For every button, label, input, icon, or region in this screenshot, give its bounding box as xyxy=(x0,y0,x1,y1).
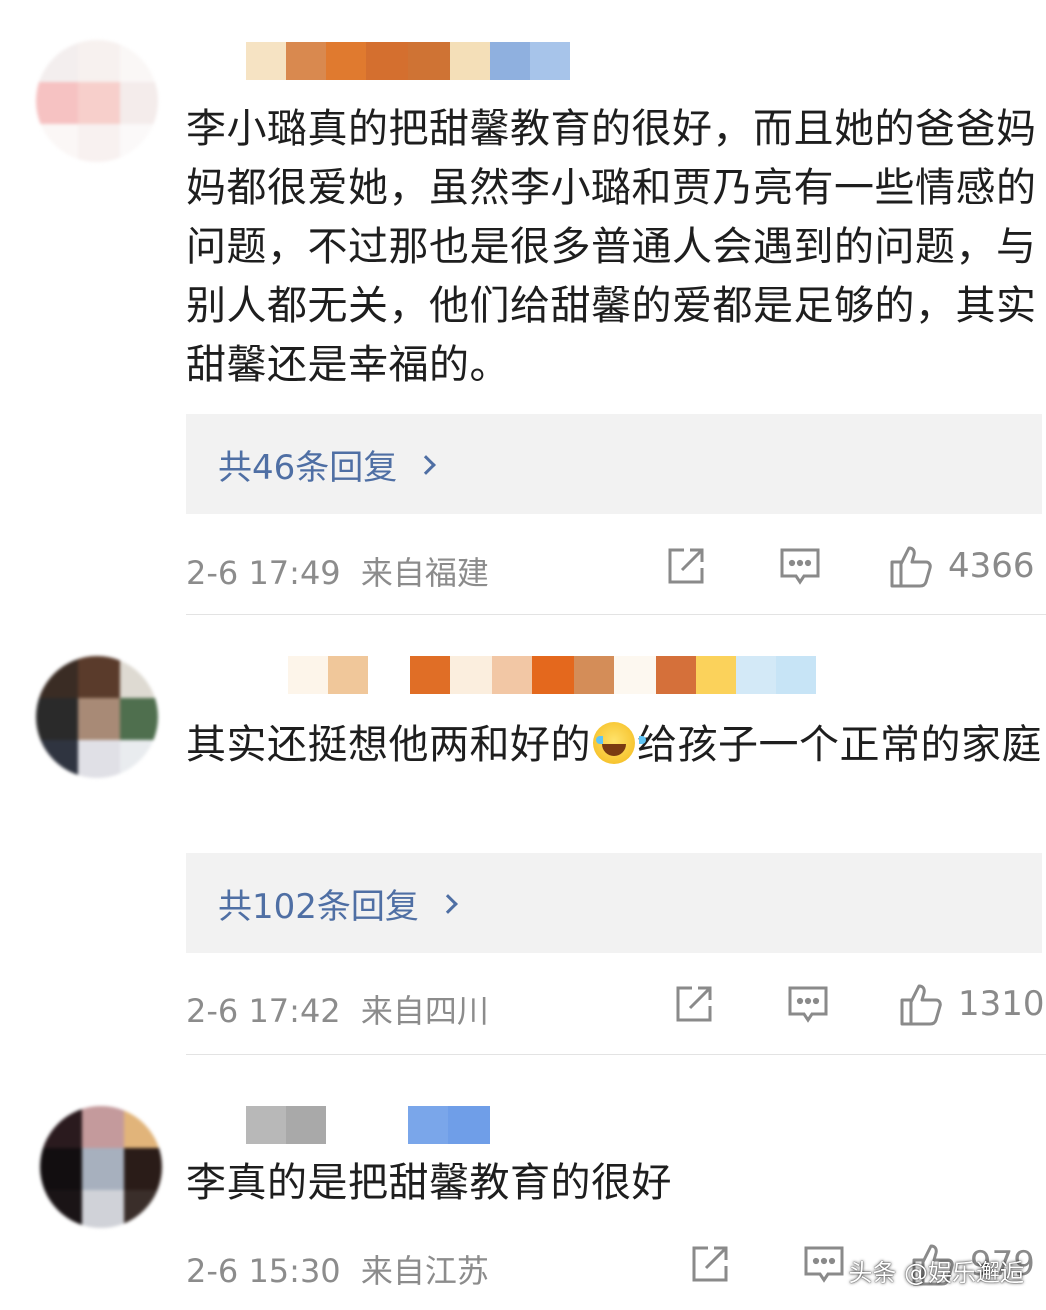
comment-meta: 2-6 17:49 来自福建 4366 xyxy=(186,544,1042,594)
comment-icon xyxy=(804,1246,844,1283)
divider xyxy=(186,1054,1046,1055)
share-button[interactable] xyxy=(672,982,716,1026)
replies-label: 共102条回复 xyxy=(218,886,419,927)
username-pixelated[interactable] xyxy=(246,42,570,80)
avatar[interactable] xyxy=(36,40,158,162)
comment-button[interactable] xyxy=(786,982,830,1026)
username-pixelated[interactable] xyxy=(288,656,816,694)
like-button[interactable]: 4366 xyxy=(888,544,1035,588)
replies-label: 共46条回复 xyxy=(218,447,398,488)
like-button[interactable]: 1310 xyxy=(898,982,1045,1026)
comment-location: 来自四川 xyxy=(360,992,489,1030)
avatar[interactable] xyxy=(40,1106,162,1228)
comment-icon xyxy=(788,986,828,1023)
share-icon xyxy=(676,986,712,1022)
comment-button[interactable] xyxy=(802,1242,846,1286)
divider xyxy=(186,614,1046,615)
share-button[interactable] xyxy=(664,544,708,588)
watermark: 头条 @娱乐邂逅 xyxy=(848,1259,1024,1287)
comment-text: 李真的是把甜馨教育的很好 xyxy=(186,1160,672,1206)
view-replies-button[interactable]: 共46条回复 xyxy=(186,414,1042,514)
chevron-right-icon xyxy=(438,894,458,914)
thumbs-up-icon xyxy=(890,546,932,588)
comment-location: 来自福建 xyxy=(360,554,489,592)
view-replies-button[interactable]: 共102条回复 xyxy=(186,853,1042,953)
comment-time: 2-6 15:30 xyxy=(186,1252,341,1290)
comment-time: 2-6 17:42 xyxy=(186,992,341,1030)
thumbs-up-icon xyxy=(900,984,942,1026)
share-button[interactable] xyxy=(688,1242,732,1286)
share-icon xyxy=(668,548,704,584)
chevron-right-icon xyxy=(416,455,437,475)
share-icon xyxy=(692,1246,728,1282)
username-pixelated[interactable] xyxy=(246,1106,490,1144)
like-count: 4366 xyxy=(948,546,1035,586)
laugh-cry-emoji xyxy=(593,722,646,764)
comment-text: 其实还挺想他两和好的 给孩子一个正常的家庭 xyxy=(186,722,1042,768)
like-count: 1310 xyxy=(958,984,1045,1024)
avatar[interactable] xyxy=(36,656,158,778)
comment-meta: 2-6 17:42 来自四川 1310 xyxy=(186,982,1045,1032)
comment-location: 来自江苏 xyxy=(360,1252,489,1290)
comment-icon xyxy=(780,548,820,585)
comment-button[interactable] xyxy=(778,544,822,588)
comment-time: 2-6 17:49 xyxy=(186,554,341,592)
comment-text: 李小璐真的把甜馨教育的很好，而且她的爸爸妈妈都很爱她，虽然李小璐和贾乃亮有一些情… xyxy=(186,106,1037,388)
